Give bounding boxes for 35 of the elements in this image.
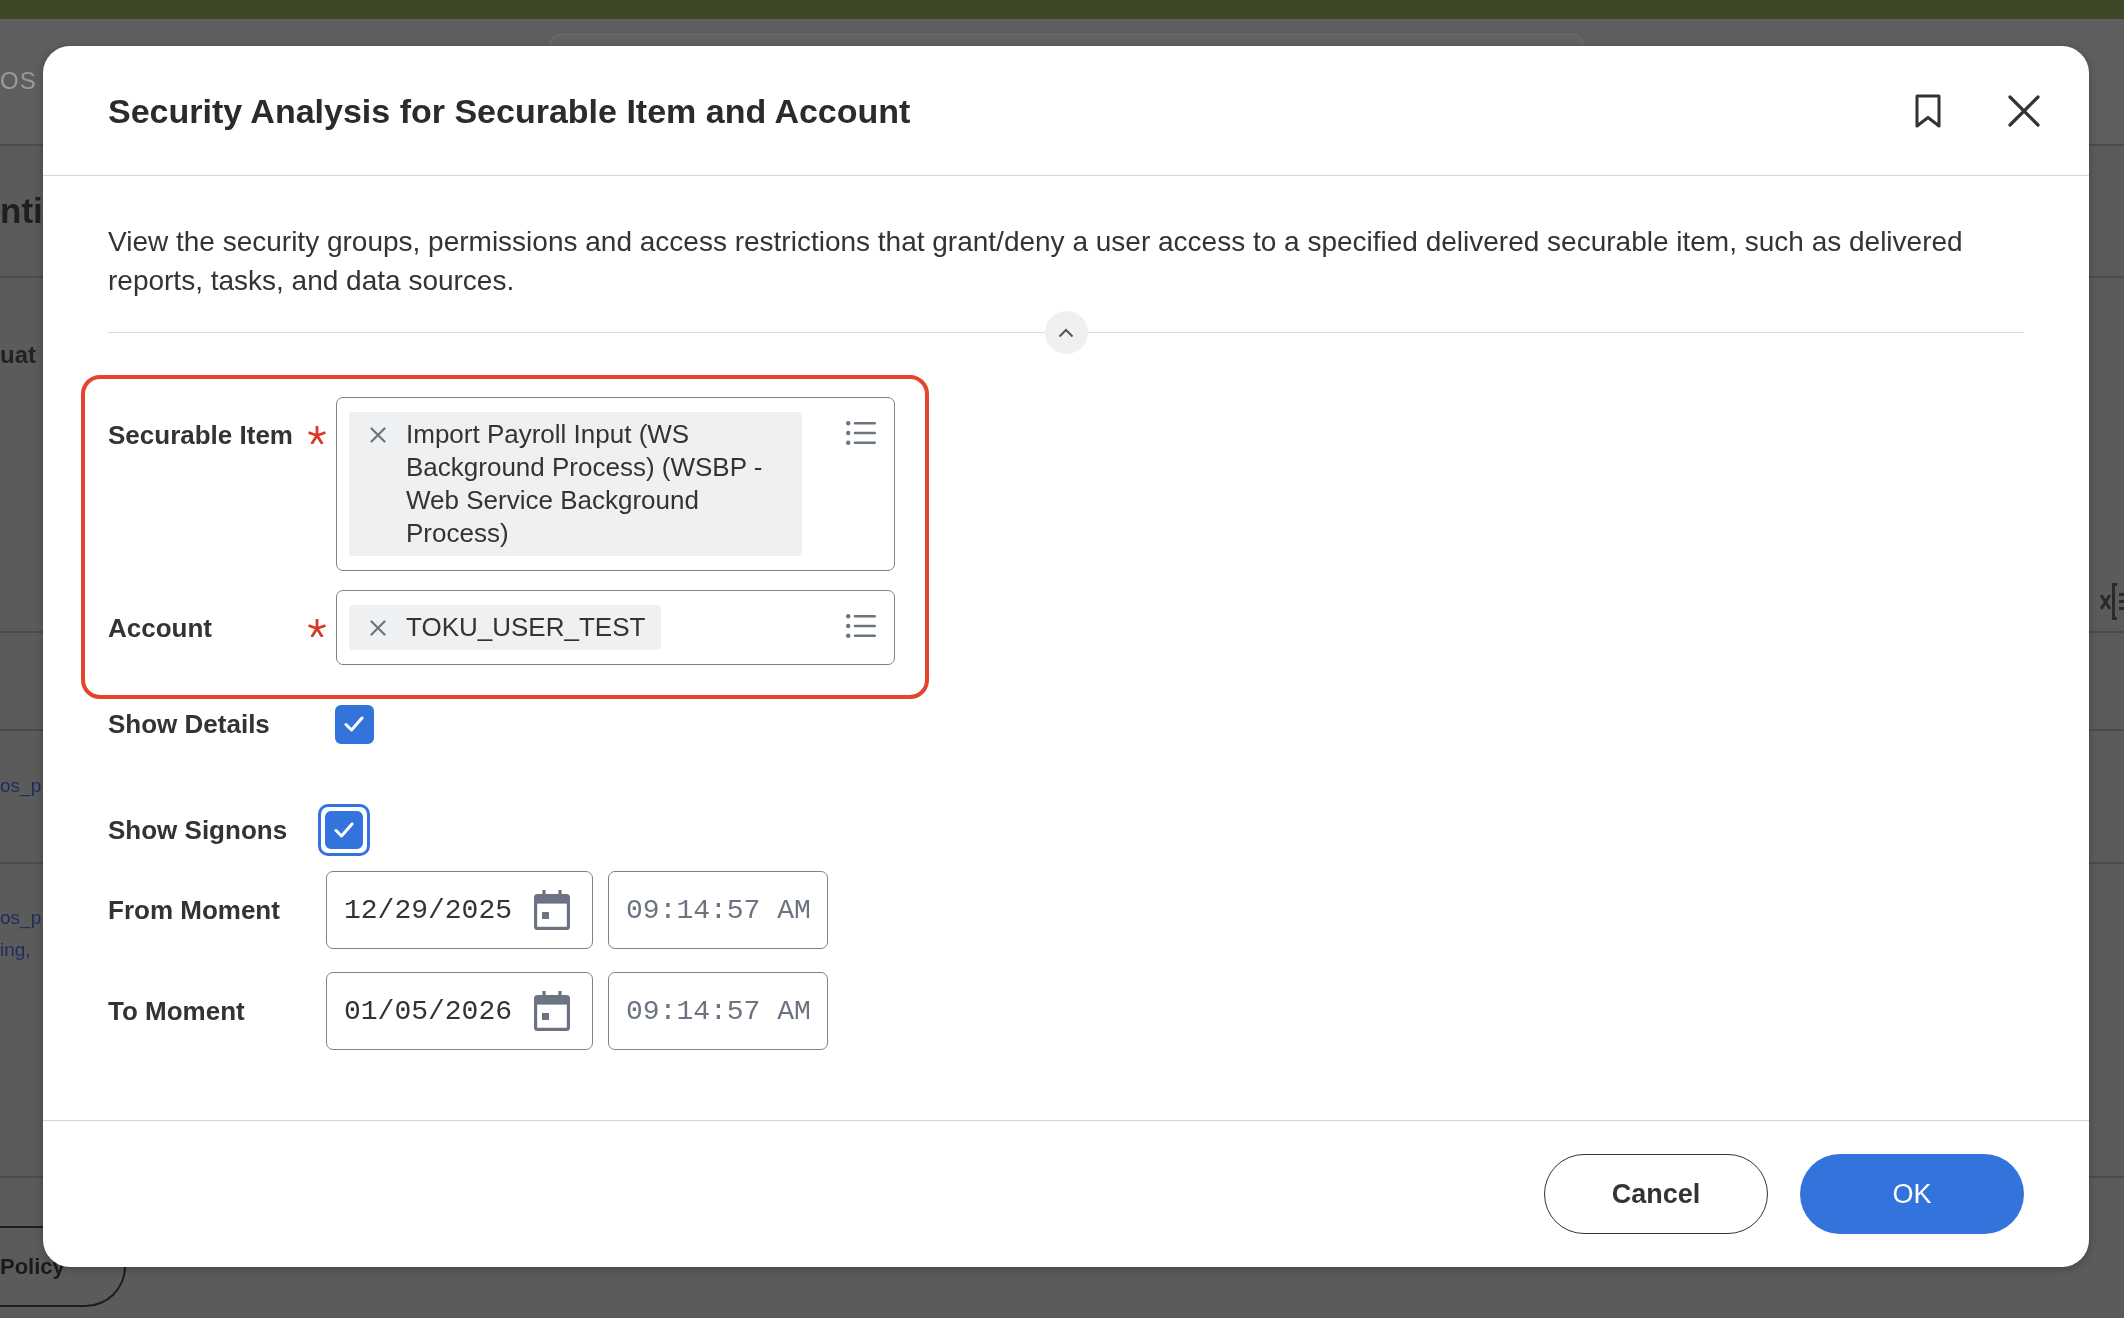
field-label: Securable Item xyxy=(108,419,294,452)
dialog-title: Security Analysis for Securable Item and Account xyxy=(108,90,911,132)
section-label: uat xyxy=(0,340,36,370)
list-icon[interactable] xyxy=(846,421,876,445)
multiselect-field[interactable]: TOKU_USER_TEST xyxy=(336,590,895,665)
remove-icon[interactable] xyxy=(370,426,386,443)
calendar-icon[interactable] xyxy=(534,890,570,930)
chip-label: TOKU_USER_TEST xyxy=(406,611,646,644)
description-text: View the security groups, permissions and access restrictions that grant/deny a user access to a specified delivered securable item, such as delivered reports, tasks, and data sources. xyxy=(108,225,1964,298)
date-field[interactable]: 12/29/2025 xyxy=(326,871,593,949)
page-title: nti xyxy=(0,190,43,232)
bookmark-icon[interactable] xyxy=(1915,93,1941,128)
multiselect-field[interactable]: Import Payroll Input (WS Background Process) (WSBP - Web Service Background Process) xyxy=(336,397,895,571)
time-field[interactable]: 09:14:57 AM xyxy=(608,972,828,1050)
list-icon[interactable] xyxy=(846,614,876,638)
chevron-up-icon xyxy=(1058,327,1074,338)
moment-label: To Moment xyxy=(108,995,246,1027)
checkmark-icon xyxy=(344,716,364,732)
calendar-icon[interactable] xyxy=(534,991,570,1031)
ok-button[interactable]: OK xyxy=(1800,1154,2024,1234)
cancel-button[interactable]: Cancel xyxy=(1544,1154,1768,1234)
moment-label: From Moment xyxy=(108,894,281,926)
date-field[interactable]: 01/05/2026 xyxy=(326,972,593,1050)
checkmark-icon xyxy=(334,822,354,838)
checkbox-label: Show Signons xyxy=(108,814,289,846)
chip-label: Import Payroll Input (WS Background Process) (WSBP - Web Service Background Process) xyxy=(406,418,764,550)
checkbox[interactable] xyxy=(334,704,374,744)
remove-icon[interactable] xyxy=(370,619,386,636)
collapse-button[interactable] xyxy=(1044,311,1088,354)
header-label: OS xyxy=(0,66,37,96)
time-field[interactable]: 09:14:57 AM xyxy=(608,871,828,949)
field-label: Account xyxy=(108,612,213,645)
checkbox-label: Show Details xyxy=(108,708,271,740)
close-icon[interactable] xyxy=(2008,94,2040,127)
checkbox[interactable] xyxy=(325,811,363,849)
